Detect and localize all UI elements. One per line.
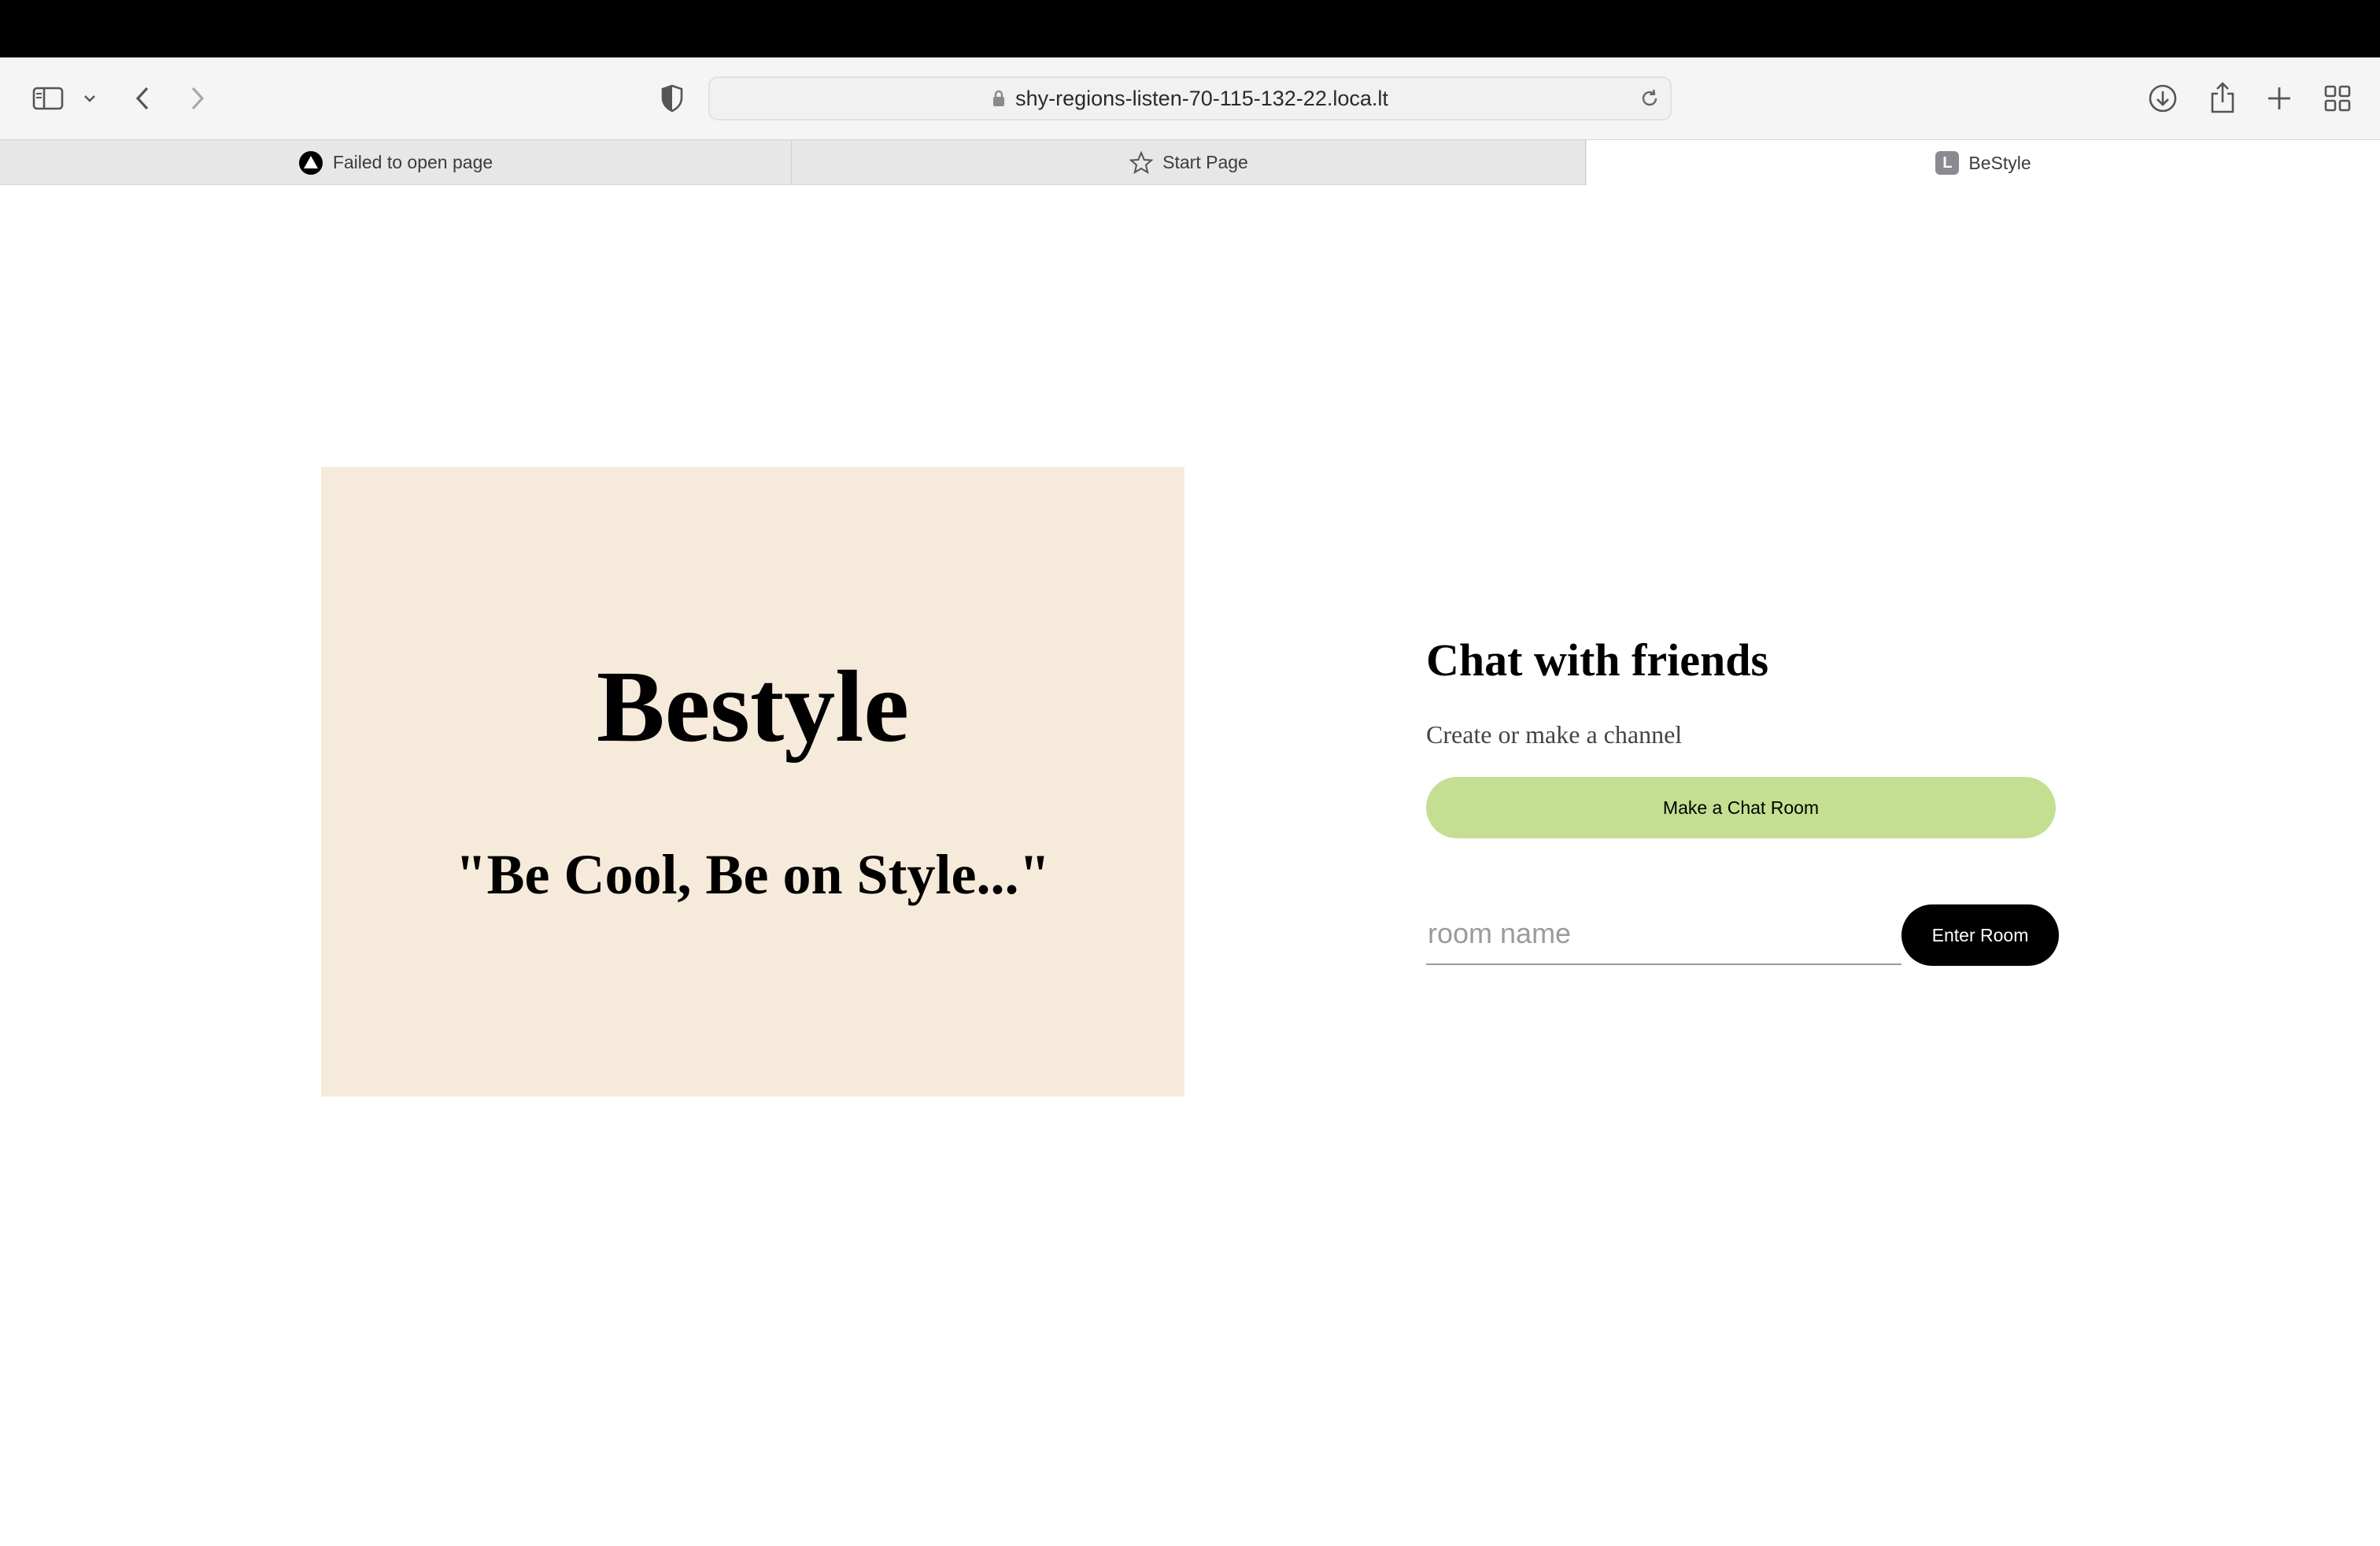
share-button[interactable]: [2205, 80, 2240, 116]
sidebar-menu-button[interactable]: [79, 89, 101, 108]
tab-label: BeStyle: [1968, 152, 2031, 173]
back-button[interactable]: [131, 81, 154, 116]
lock-icon: [992, 89, 1006, 108]
share-icon: [2211, 82, 2234, 113]
tab-overview-button[interactable]: [2320, 81, 2355, 116]
tab-label: Start Page: [1162, 152, 1248, 172]
tab-bar: Failed to open page Start Page L BeStyle: [0, 140, 2380, 186]
tab-bestyle[interactable]: L BeStyle: [1587, 140, 2380, 186]
address-url: shy-regions-listen-70-115-132-22.loca.lt: [1015, 86, 1388, 110]
reload-icon[interactable]: [1639, 87, 1661, 113]
forward-button[interactable]: [186, 81, 209, 116]
favicon: L: [1935, 151, 1960, 175]
shield-icon: [661, 84, 683, 113]
privacy-report-button[interactable]: [658, 83, 686, 114]
warning-triangle-icon: [298, 150, 323, 176]
new-tab-button[interactable]: [2262, 81, 2297, 116]
browser-toolbar: shy-regions-listen-70-115-132-22.loca.lt: [0, 57, 2380, 140]
chat-heading: Chat with friends: [1426, 634, 1769, 686]
chevron-left-icon: [135, 87, 149, 110]
brand-slogan: "Be Cool, Be on Style...": [455, 843, 1051, 906]
enter-room-button[interactable]: Enter Room: [1901, 904, 2059, 966]
tab-failed-to-open-page[interactable]: Failed to open page: [0, 140, 792, 185]
address-bar[interactable]: shy-regions-listen-70-115-132-22.loca.lt: [708, 76, 1672, 120]
make-chat-room-button[interactable]: Make a Chat Room: [1426, 777, 2056, 838]
download-icon: [2149, 84, 2177, 113]
chevron-down-icon: [84, 95, 95, 102]
plus-icon: [2268, 87, 2290, 109]
tab-label: Failed to open page: [332, 152, 493, 172]
chevron-right-icon: [191, 87, 205, 110]
sidebar-icon: [32, 87, 64, 110]
grid-icon: [2324, 85, 2351, 112]
menu-bar-strip: [0, 0, 2380, 57]
hero-banner: Bestyle "Be Cool, Be on Style...": [321, 467, 1184, 1097]
brand-title: Bestyle: [596, 650, 910, 764]
star-icon: [1129, 150, 1154, 175]
downloads-button[interactable]: [2145, 81, 2180, 116]
sidebar-toggle-button[interactable]: [30, 83, 66, 114]
chat-subheading: Create or make a channel: [1426, 720, 1683, 749]
tab-start-page[interactable]: Start Page: [793, 140, 1586, 185]
room-name-input[interactable]: [1426, 904, 1901, 965]
